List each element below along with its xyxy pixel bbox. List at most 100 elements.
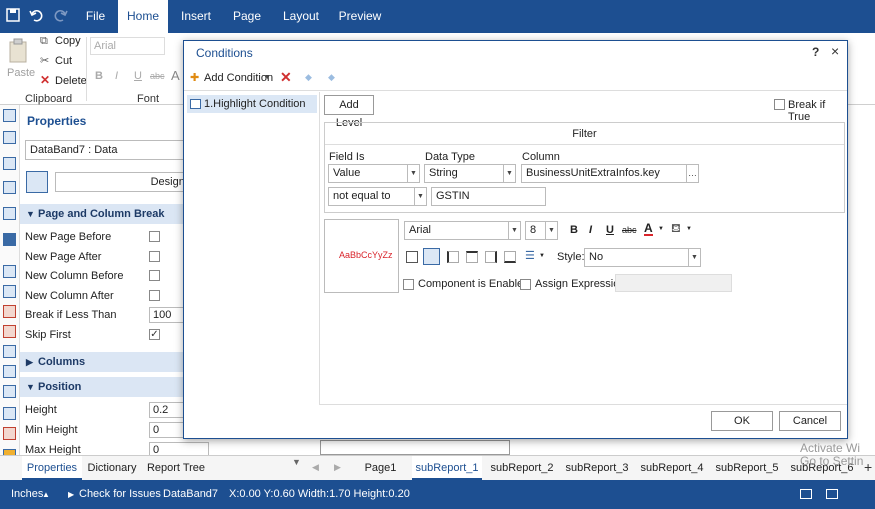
cut-button[interactable]: Cut — [55, 55, 72, 67]
toolbar-icon[interactable] — [3, 285, 16, 298]
tab-report-tree[interactable]: Report Tree — [145, 456, 207, 480]
delete-button[interactable]: Delete — [55, 75, 87, 87]
check-for-issues-button[interactable]: Check for Issues — [79, 488, 161, 500]
tab-file[interactable]: File — [78, 0, 113, 33]
border-bottom-icon[interactable] — [504, 251, 516, 263]
list-item[interactable]: 1.Highlight Condition — [187, 95, 317, 113]
expression-input[interactable] — [615, 274, 732, 292]
underline-icon[interactable]: U — [606, 224, 614, 236]
cancel-button[interactable]: Cancel — [779, 411, 841, 431]
tab-dictionary[interactable]: Dictionary — [86, 456, 138, 480]
page-tab[interactable]: subReport_5 — [712, 456, 782, 480]
assign-expression-checkbox[interactable] — [520, 279, 531, 290]
fit-page-icon[interactable] — [800, 489, 812, 499]
section-columns[interactable]: ▶ Columns — [20, 352, 200, 372]
font-name-select[interactable]: Arial ▼ — [404, 221, 521, 240]
toolbar-icon[interactable] — [3, 345, 16, 358]
toolbar-icon[interactable] — [3, 407, 16, 420]
italic-icon[interactable]: I — [115, 70, 118, 82]
section-position[interactable]: ▼ Position — [20, 377, 200, 397]
page-tab[interactable]: subReport_1 — [412, 456, 482, 480]
designer-button[interactable]: Design... — [55, 172, 200, 192]
remove-condition-icon[interactable]: ✕ — [280, 69, 292, 86]
chevron-down-icon[interactable]: ▼ — [539, 253, 545, 259]
tab-page[interactable]: Page — [228, 0, 266, 33]
new-page-after-checkbox[interactable] — [149, 251, 160, 262]
style-select[interactable]: No ▼ — [584, 248, 701, 267]
toolbar-icon[interactable] — [3, 427, 16, 440]
component-selector[interactable]: DataBand7 : Data — [25, 140, 200, 160]
fit-width-icon[interactable] — [826, 489, 838, 499]
compare-value-input[interactable]: GSTIN — [431, 187, 546, 206]
toolbar-icon[interactable] — [3, 305, 16, 318]
border-none-icon[interactable] — [423, 248, 440, 265]
skip-first-checkbox[interactable]: ✓ — [149, 329, 160, 340]
toolbar-icon[interactable] — [3, 157, 16, 170]
font-name-combo[interactable]: Arial — [90, 37, 165, 55]
break-if-true-checkbox[interactable] — [774, 99, 785, 110]
font-size-select[interactable]: 8 ▼ — [525, 221, 558, 240]
add-page-icon[interactable]: + — [864, 459, 872, 475]
ok-button[interactable]: OK — [711, 411, 773, 431]
tab-insert[interactable]: Insert — [175, 0, 217, 33]
italic-icon[interactable]: I — [589, 224, 592, 236]
strikethrough-icon[interactable]: abc — [150, 71, 165, 81]
redo-icon[interactable] — [53, 8, 69, 24]
toolbar-icon[interactable] — [3, 131, 16, 144]
list-icon[interactable]: ☰ — [525, 249, 535, 262]
page-tab[interactable]: subReport_4 — [637, 456, 707, 480]
undo-icon[interactable] — [28, 8, 44, 24]
toolbar-icon[interactable] — [3, 207, 16, 220]
border-all-icon[interactable] — [406, 251, 418, 263]
chevron-down-icon[interactable]: ▼ — [292, 457, 301, 467]
chevron-left-icon[interactable]: ◀ — [312, 462, 319, 473]
toolbar-icon[interactable] — [3, 385, 16, 398]
toolbar-icon[interactable] — [3, 181, 16, 194]
chevron-down-icon[interactable]: ▼ — [658, 226, 664, 232]
help-button[interactable]: ? — [812, 45, 819, 59]
ellipsis-icon[interactable]: … — [686, 165, 698, 182]
tab-preview[interactable]: Preview — [336, 0, 384, 33]
data-type-select[interactable]: String ▼ — [424, 164, 516, 183]
fill-color-icon[interactable]: ⛾ — [671, 221, 681, 237]
border-left-icon[interactable] — [447, 251, 459, 263]
tab-properties[interactable]: Properties — [22, 456, 82, 480]
new-page-before-checkbox[interactable] — [149, 231, 160, 242]
new-column-before-checkbox[interactable] — [149, 270, 160, 281]
move-up-icon[interactable]: ◆ — [305, 72, 312, 83]
page-tab[interactable]: Page1 — [358, 456, 403, 480]
page-tab[interactable]: subReport_3 — [562, 456, 632, 480]
toolbar-icon[interactable] — [3, 265, 16, 278]
column-field[interactable]: BusinessUnitExtraInfos.key … — [521, 164, 699, 183]
puzzle-icon[interactable] — [3, 233, 16, 246]
new-column-after-checkbox[interactable] — [149, 290, 160, 301]
tab-home[interactable]: Home — [118, 0, 168, 33]
font-color-icon[interactable]: A — [171, 68, 180, 83]
field-is-select[interactable]: Value ▼ — [328, 164, 420, 183]
component-enabled-checkbox[interactable] — [403, 279, 414, 290]
paste-icon[interactable] — [8, 38, 30, 67]
move-down-icon[interactable]: ◆ — [328, 72, 335, 83]
add-condition-button[interactable]: Add Condition — [204, 72, 273, 84]
operator-select[interactable]: not equal to ▼ — [328, 187, 427, 206]
chevron-down-icon[interactable]: ▼ — [264, 74, 271, 81]
units-selector[interactable]: Inches — [11, 488, 43, 500]
save-icon[interactable] — [5, 8, 21, 24]
bold-icon[interactable]: B — [570, 224, 578, 236]
copy-button[interactable]: Copy — [55, 35, 81, 47]
toolbar-icon[interactable] — [3, 109, 16, 122]
text-color-icon[interactable]: A — [644, 222, 653, 236]
designer-icon[interactable] — [26, 171, 48, 193]
close-button[interactable]: × — [831, 43, 839, 59]
add-level-button[interactable]: Add Level — [324, 95, 374, 129]
bold-icon[interactable]: B — [95, 70, 103, 82]
border-right-icon[interactable] — [485, 251, 497, 263]
chevron-right-icon[interactable]: ▶ — [334, 462, 341, 473]
underline-icon[interactable]: U — [134, 70, 142, 82]
section-page-column-break[interactable]: ▼ Page and Column Break — [20, 204, 200, 224]
toolbar-icon[interactable] — [3, 325, 16, 338]
page-tab[interactable]: subReport_2 — [487, 456, 557, 480]
strikethrough-icon[interactable]: abc — [622, 225, 637, 235]
border-top-icon[interactable] — [466, 251, 478, 263]
toolbar-icon[interactable] — [3, 365, 16, 378]
